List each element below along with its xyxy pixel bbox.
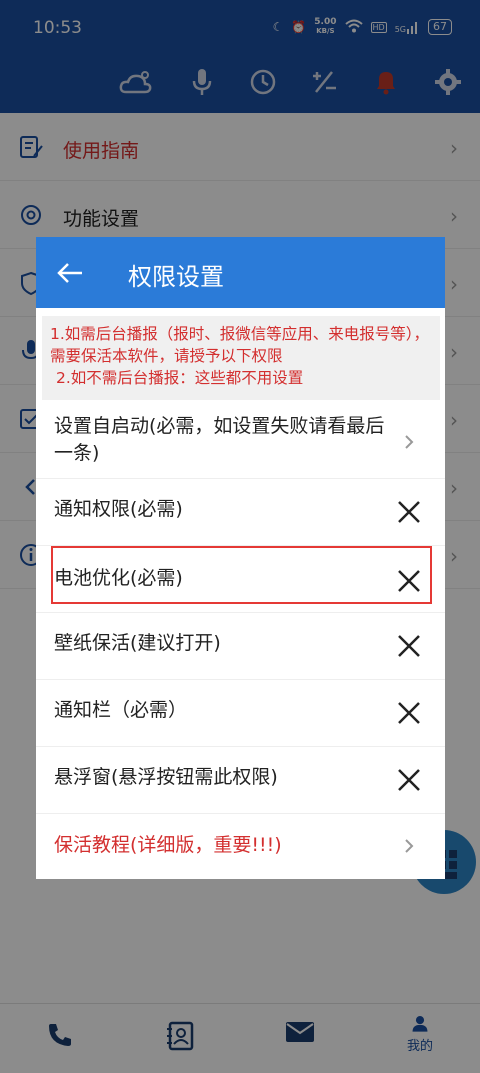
dialog-header: 权限设置 — [36, 237, 445, 308]
dialog-title: 权限设置 — [128, 263, 224, 291]
highlight-frame — [51, 546, 432, 604]
row-autostart[interactable]: 设置自启动(必需，如设置失败请看最后一条) — [36, 406, 445, 479]
close-icon[interactable] — [395, 699, 423, 727]
row-notification-bar-label: 通知栏（必需） — [54, 699, 188, 721]
row-wallpaper-keepalive-label: 壁纸保活(建议打开) — [54, 632, 221, 654]
row-floating-window[interactable]: 悬浮窗(悬浮按钮需此权限) — [36, 747, 445, 814]
row-wallpaper-keepalive[interactable]: 壁纸保活(建议打开) — [36, 613, 445, 680]
permission-dialog: 权限设置 1.如需后台播报（报时、报微信等应用、来电报号等），需要保活本软件，请… — [36, 237, 445, 879]
arrow-left-icon — [57, 263, 82, 283]
row-notification-bar[interactable]: 通知栏（必需） — [36, 680, 445, 747]
close-icon[interactable] — [395, 498, 423, 526]
row-keepalive-tutorial-label: 保活教程(详细版，重要!!!) — [54, 834, 282, 856]
close-icon[interactable] — [395, 766, 423, 794]
row-notification-permission-label: 通知权限(必需) — [54, 498, 183, 520]
chevron-right-icon — [395, 832, 423, 860]
notice-line-1: 1.如需后台播报（报时、报微信等应用、来电报号等），需要保活本软件，请授予以下权… — [50, 325, 430, 365]
notice-box: 1.如需后台播报（报时、报微信等应用、来电报号等），需要保活本软件，请授予以下权… — [42, 316, 440, 400]
row-floating-window-label: 悬浮窗(悬浮按钮需此权限) — [54, 766, 278, 788]
chevron-right-icon — [395, 428, 423, 456]
row-keepalive-tutorial[interactable]: 保活教程(详细版，重要!!!) — [36, 814, 445, 879]
notice-line-2: 2.如不需后台播报：这些都不用设置 — [56, 369, 304, 387]
row-notification-permission[interactable]: 通知权限(必需) — [36, 479, 445, 546]
row-autostart-label: 设置自启动(必需，如设置失败请看最后一条) — [54, 415, 385, 464]
back-button[interactable] — [50, 253, 90, 293]
close-icon[interactable] — [395, 632, 423, 660]
